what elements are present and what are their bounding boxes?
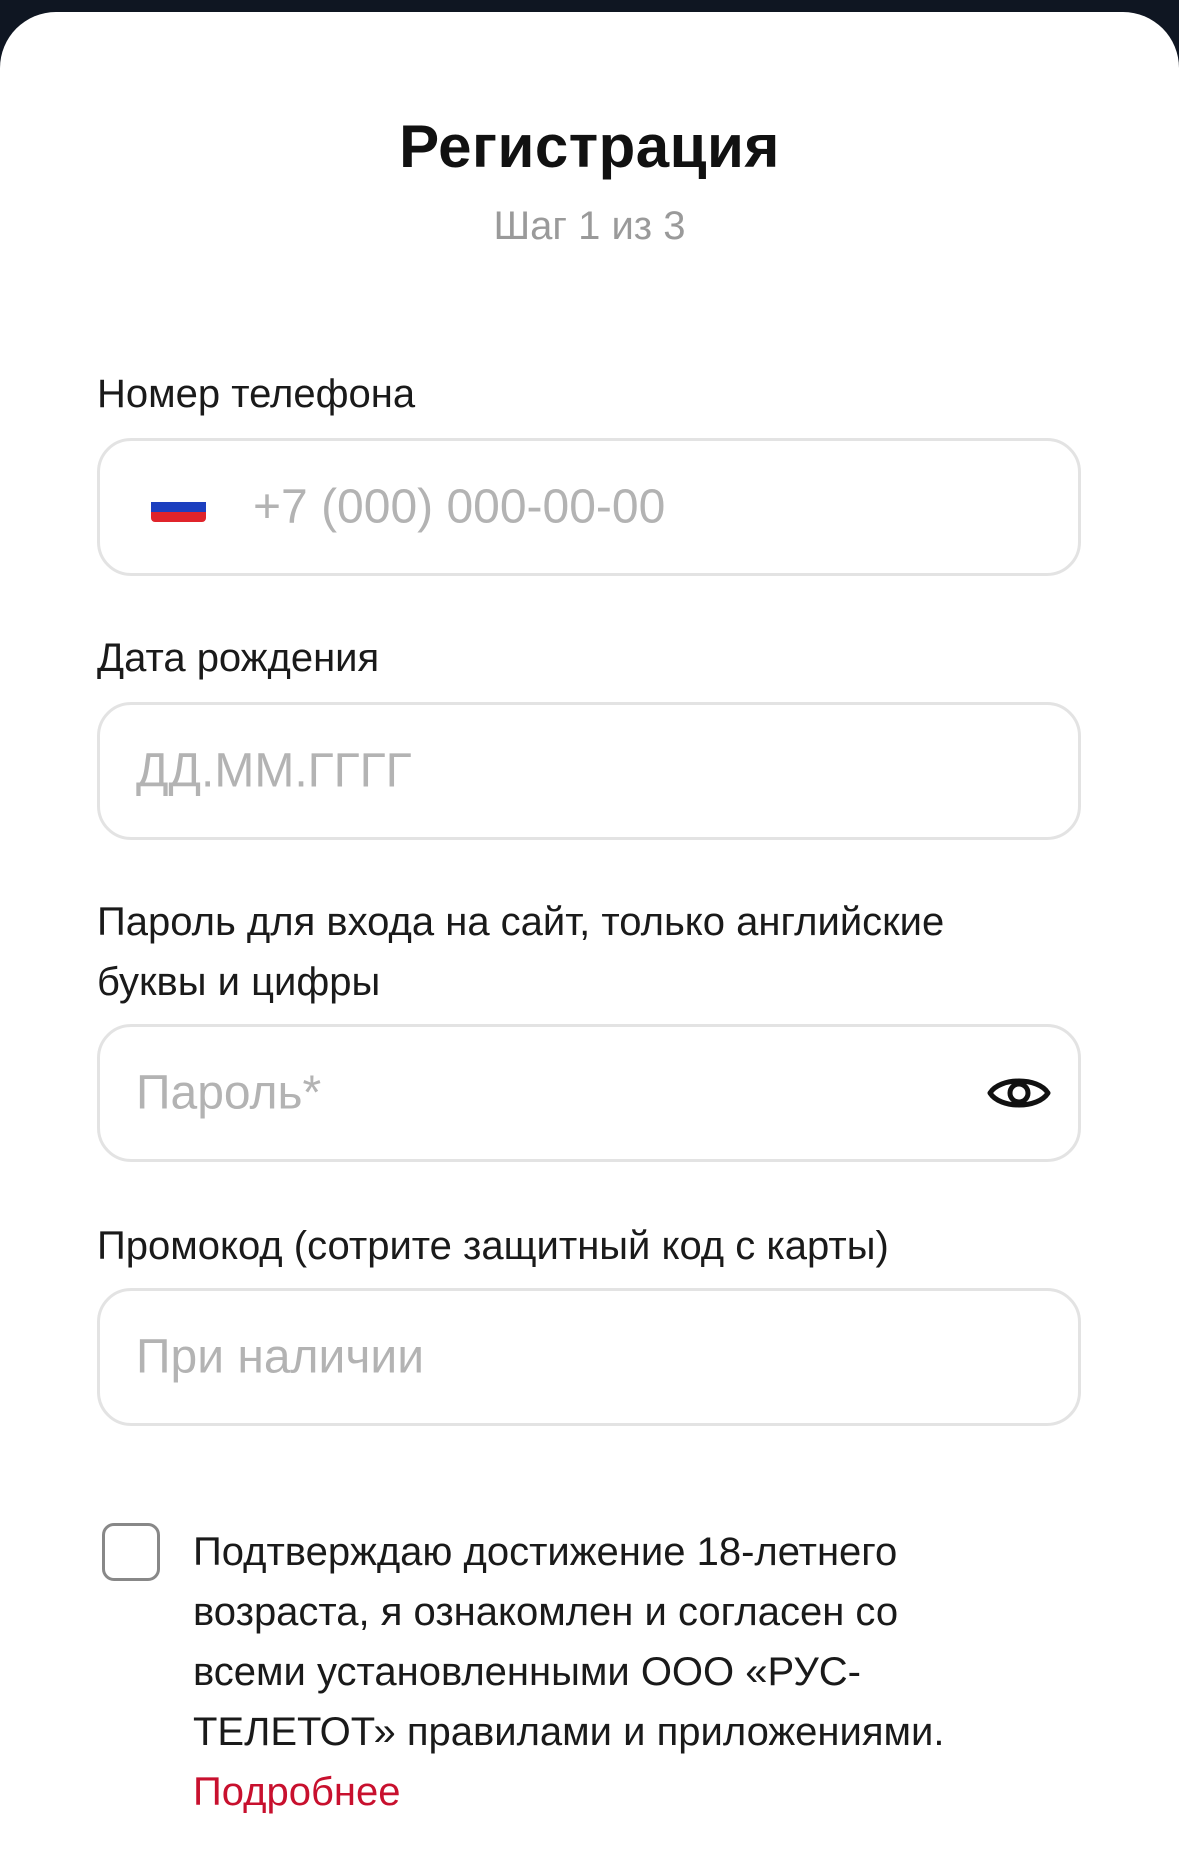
registration-sheet: Регистрация Шаг 1 из 3 Номер телефона +7… bbox=[0, 12, 1179, 1872]
step-indicator: Шаг 1 из 3 bbox=[493, 204, 686, 248]
phone-label: Номер телефона bbox=[97, 372, 416, 416]
birthdate-input-placeholder[interactable]: ДД.ММ.ГГГГ bbox=[136, 744, 412, 799]
password-label-line2: буквы и цифры bbox=[97, 960, 381, 1004]
more-details-link[interactable]: Подробнее bbox=[193, 1762, 1063, 1822]
phone-input-placeholder[interactable]: +7 (000) 000-00-00 bbox=[253, 480, 665, 535]
phone-field[interactable]: +7 (000) 000-00-00 bbox=[97, 438, 1081, 576]
consent-line: ТЕЛЕТОТ» правилами и приложениями. bbox=[193, 1710, 945, 1754]
page-title: Регистрация bbox=[399, 113, 780, 180]
password-field[interactable]: Пароль* bbox=[97, 1024, 1081, 1162]
flag-stripe-blue bbox=[151, 502, 206, 512]
consent-text: Подтверждаю достижение 18-летнего возрас… bbox=[193, 1522, 1063, 1822]
consent-line: всеми установленными ООО «РУС- bbox=[193, 1650, 861, 1694]
age-consent-checkbox[interactable] bbox=[102, 1523, 160, 1581]
promo-input-placeholder[interactable]: При наличии bbox=[136, 1330, 424, 1385]
password-label-line1: Пароль для входа на сайт, только английс… bbox=[97, 900, 945, 944]
eye-icon[interactable] bbox=[987, 1070, 1051, 1116]
birthdate-field[interactable]: ДД.ММ.ГГГГ bbox=[97, 702, 1081, 840]
consent-line: Подтверждаю достижение 18-летнего bbox=[193, 1530, 898, 1574]
birthdate-label: Дата рождения bbox=[97, 636, 380, 680]
password-input-placeholder[interactable]: Пароль* bbox=[136, 1066, 321, 1121]
russia-flag-icon[interactable] bbox=[151, 492, 206, 522]
flag-stripe-red bbox=[151, 512, 206, 522]
flag-stripe-white bbox=[151, 492, 206, 502]
promo-label: Промокод (сотрите защитный код с карты) bbox=[97, 1224, 889, 1268]
consent-line: возраста, я ознакомлен и согласен со bbox=[193, 1590, 899, 1634]
promo-field[interactable]: При наличии bbox=[97, 1288, 1081, 1426]
password-label: Пароль для входа на сайт, только английс… bbox=[97, 892, 944, 1012]
